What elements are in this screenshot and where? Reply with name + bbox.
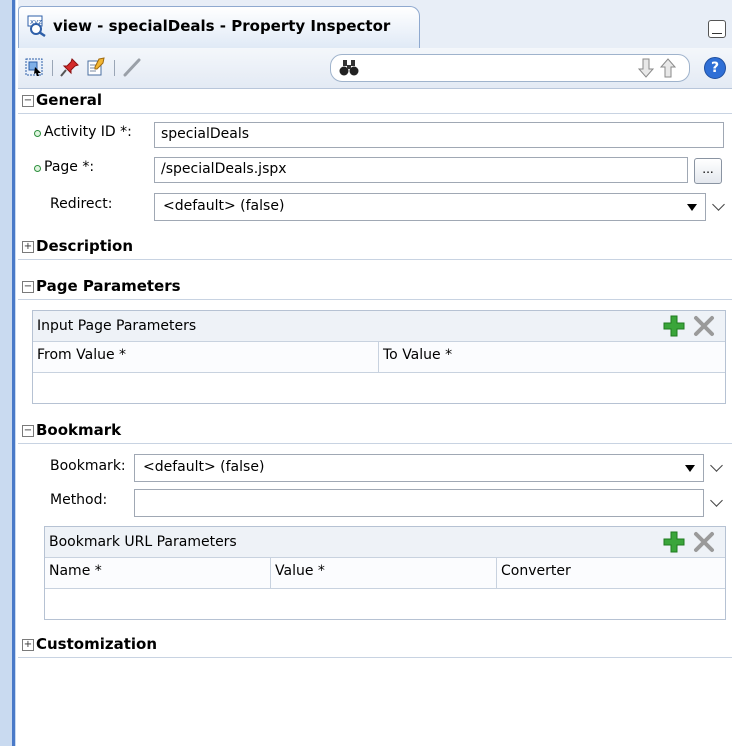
delete-icon[interactable] xyxy=(693,531,715,553)
help-icon[interactable]: ? xyxy=(704,57,726,79)
redirect-select[interactable]: <default> (false) xyxy=(154,193,706,221)
section-general[interactable]: − General xyxy=(18,90,732,114)
table-title: Bookmark URL Parameters xyxy=(49,534,237,550)
column-header[interactable]: To Value * xyxy=(379,342,723,372)
pencil-icon[interactable] xyxy=(122,57,142,77)
activity-id-label: Activity ID *: xyxy=(44,124,132,140)
add-icon[interactable] xyxy=(663,531,685,553)
section-title: General xyxy=(36,91,102,109)
left-edge xyxy=(0,0,16,746)
redirect-label: Redirect: xyxy=(50,196,113,212)
tab-property-inspector[interactable]: xyz view - specialDeals - Property Inspe… xyxy=(18,6,420,49)
table-header: Bookmark URL Parameters xyxy=(45,527,725,558)
collapse-icon[interactable]: − xyxy=(22,95,34,107)
table-columns: From Value * To Value * xyxy=(33,342,725,373)
table-header: Input Page Parameters xyxy=(33,311,725,342)
section-title: Page Parameters xyxy=(36,277,181,295)
column-header[interactable]: Value * xyxy=(271,558,497,588)
browse-button[interactable]: ... xyxy=(694,158,722,184)
table-title: Input Page Parameters xyxy=(37,318,197,334)
window-title: view - specialDeals - Property Inspector xyxy=(53,17,391,35)
select-icon[interactable] xyxy=(24,57,44,77)
section-customization[interactable]: + Customization xyxy=(18,634,732,658)
search-input[interactable] xyxy=(330,54,690,82)
bookmark-value: <default> (false) xyxy=(143,459,265,475)
method-select[interactable] xyxy=(134,489,704,517)
page-label: Page *: xyxy=(44,159,95,175)
property-inspector: xyz view - specialDeals - Property Inspe… xyxy=(18,0,732,746)
chevron-down-icon[interactable] xyxy=(712,198,725,211)
arrow-up-icon[interactable] xyxy=(657,57,679,79)
required-indicator-icon xyxy=(34,165,41,172)
expand-icon[interactable]: + xyxy=(22,241,34,253)
input-page-parameters-table: Input Page Parameters From Value * To Va… xyxy=(32,310,726,404)
section-page-parameters[interactable]: − Page Parameters xyxy=(18,276,732,300)
arrow-down-icon[interactable] xyxy=(635,57,657,79)
section-title: Customization xyxy=(36,635,158,653)
dropdown-arrow-icon xyxy=(685,465,695,472)
section-title: Description xyxy=(36,237,134,255)
activity-id-field[interactable]: specialDeals xyxy=(154,122,724,148)
chevron-down-icon[interactable] xyxy=(710,459,723,472)
binoculars-icon xyxy=(339,60,359,76)
section-title: Bookmark xyxy=(36,421,122,439)
add-icon[interactable] xyxy=(663,315,685,337)
redirect-value: <default> (false) xyxy=(163,198,285,214)
dropdown-arrow-icon xyxy=(687,204,697,211)
bookmark-select[interactable]: <default> (false) xyxy=(134,454,704,482)
required-indicator-icon xyxy=(34,130,41,137)
page-field[interactable]: /specialDeals.jspx xyxy=(154,157,688,183)
expand-icon[interactable]: + xyxy=(22,639,34,651)
edit-icon[interactable] xyxy=(86,57,106,77)
collapse-icon[interactable]: − xyxy=(22,281,34,293)
inspector-icon: xyz xyxy=(27,15,46,37)
bookmark-url-parameters-table: Bookmark URL Parameters Name * Value * C… xyxy=(44,526,726,620)
chevron-down-icon[interactable] xyxy=(710,494,723,507)
column-header[interactable]: Converter xyxy=(497,558,723,588)
minimize-button[interactable] xyxy=(708,20,726,38)
method-label: Method: xyxy=(50,492,108,508)
toolbar: ? xyxy=(18,48,732,89)
column-header[interactable]: From Value * xyxy=(33,342,379,372)
section-description[interactable]: + Description xyxy=(18,236,732,260)
column-header[interactable]: Name * xyxy=(45,558,271,588)
table-columns: Name * Value * Converter xyxy=(45,558,725,589)
delete-icon[interactable] xyxy=(693,315,715,337)
collapse-icon[interactable]: − xyxy=(22,425,34,437)
bookmark-label: Bookmark: xyxy=(50,458,126,474)
pin-icon[interactable] xyxy=(60,57,80,77)
section-bookmark[interactable]: − Bookmark xyxy=(18,420,732,444)
title-bar: xyz view - specialDeals - Property Inspe… xyxy=(18,0,732,49)
